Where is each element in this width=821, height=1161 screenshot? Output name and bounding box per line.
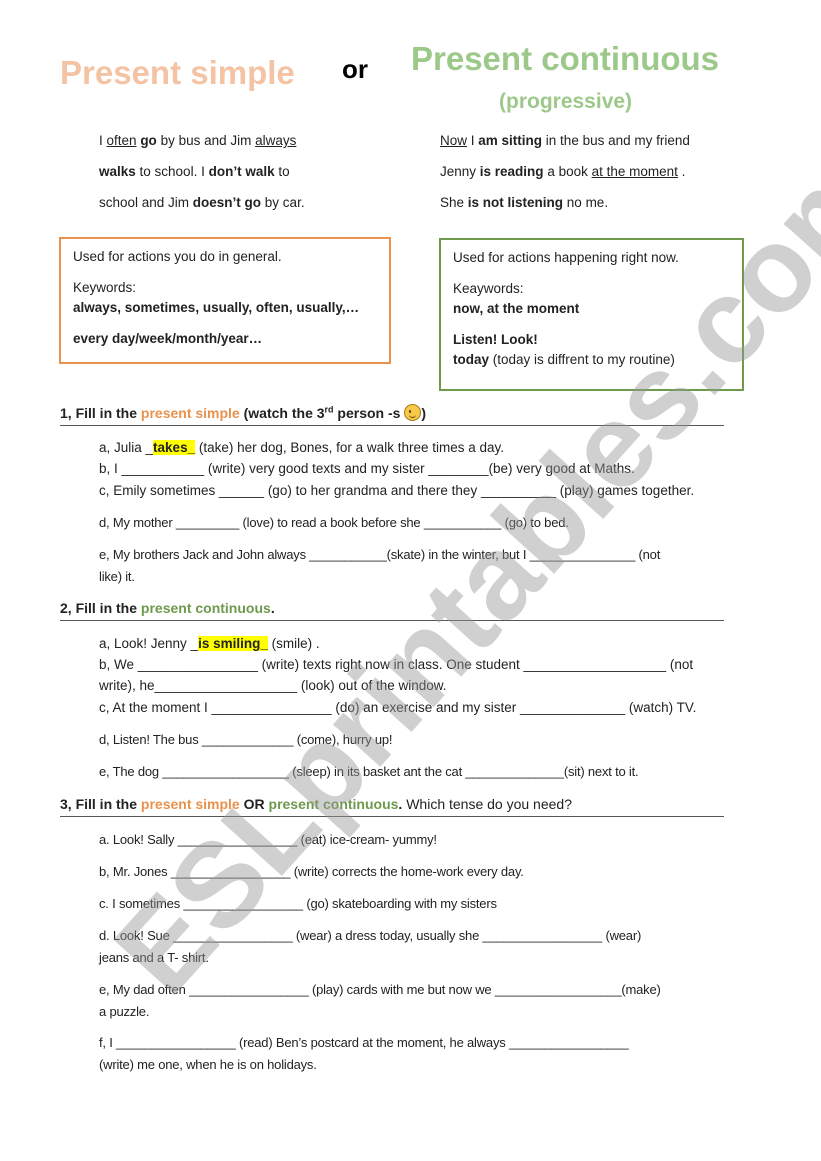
exercise-1e-line-2: like) it. xyxy=(99,569,135,584)
continuous-keywords: now, at the moment xyxy=(453,301,580,316)
example-answer: is smiling_ xyxy=(198,636,268,651)
text: a, Julia _ xyxy=(99,440,154,455)
example-simple-line-1: I often go by bus and Jim always xyxy=(99,133,296,148)
text: 2, Fill in the xyxy=(60,600,141,616)
title-present-simple: Present simple xyxy=(60,54,295,91)
text: . xyxy=(677,164,686,179)
exercise-3a: a. Look! Sally _________________ (eat) i… xyxy=(99,832,437,847)
tense-present-simple: present simple xyxy=(140,796,240,812)
exercise-2d: d, Listen! The bus _____________ (come),… xyxy=(99,732,393,747)
text: 1, Fill in the xyxy=(60,405,141,421)
continuous-keywords-label: Keaywords: xyxy=(453,281,524,296)
title-present-continuous: Present continuous xyxy=(411,40,720,77)
text: (smile) . xyxy=(267,636,320,651)
example-continuous-line-3: She is not listening no me. xyxy=(440,195,608,210)
text: She xyxy=(440,195,468,210)
text: to xyxy=(274,164,290,179)
text: no me. xyxy=(563,195,609,210)
exercise-1b: b, I ___________ (write) very good texts… xyxy=(99,461,635,476)
subtitle-progressive: (progressive) xyxy=(499,90,633,113)
example-simple-line-3: school and Jim doesn’t go by car. xyxy=(99,195,305,210)
keyword-today: today xyxy=(453,352,490,367)
bold-verb: is not listening xyxy=(467,195,564,210)
superscript: rd xyxy=(324,404,334,415)
text: I xyxy=(99,133,107,148)
text: by car. xyxy=(261,195,305,210)
exercise-1a: a, Julia _takes_ (take) her dog, Bones, … xyxy=(99,440,504,455)
text: school and Jim xyxy=(99,195,193,210)
text: a, Look! Jenny _ xyxy=(99,636,199,651)
bold-verb: is reading xyxy=(479,164,544,179)
text: in the bus and my friend xyxy=(542,133,690,148)
exercise-3e-line-1: e, My dad often _________________ (play)… xyxy=(99,982,661,997)
text: to school. I xyxy=(135,164,209,179)
exercise-3d-line-1: d. Look! Sue _________________ (wear) a … xyxy=(99,928,642,943)
tense-present-simple: present simple xyxy=(140,405,240,421)
exercise-3d-line-2: jeans and a T- shirt. xyxy=(99,950,209,965)
text: (watch the 3 xyxy=(239,405,325,421)
exercise-3f-line-2: (write) me one, when he is on holidays. xyxy=(99,1057,317,1072)
exercise-3b: b, Mr. Jones _________________ (write) c… xyxy=(99,864,524,879)
bold-verb: go xyxy=(140,133,157,148)
exercise-2a: a, Look! Jenny _is smiling_ (smile) . xyxy=(99,636,320,651)
exercise-2b-line-2: write), he___________________ (look) out… xyxy=(99,678,447,693)
simple-keywords: always, sometimes, usually, often, usual… xyxy=(73,300,360,315)
text: . xyxy=(270,600,275,616)
exercise-1d: d, My mother _________ (love) to read a … xyxy=(99,515,569,530)
exercise-3c: c. I sometimes _________________ (go) sk… xyxy=(99,896,497,911)
exercise-3f-line-1: f, I _________________ (read) Ben’s post… xyxy=(99,1035,629,1050)
text: (take) her dog, Bones, for a walk three … xyxy=(195,440,504,455)
text: I xyxy=(467,133,479,148)
example-continuous-line-1: Now I am sitting in the bus and my frien… xyxy=(440,133,690,148)
tense-present-continuous: present continuous xyxy=(140,600,271,616)
title-or: or xyxy=(342,54,368,84)
continuous-rules-box: Used for actions happening right now. Ke… xyxy=(439,238,744,391)
section-2-heading: 2, Fill in the present continuous. xyxy=(60,600,724,621)
example-answer: takes_ xyxy=(153,440,196,455)
example-simple-line-2: walks to school. I don’t walk to xyxy=(99,164,290,179)
continuous-usage: Used for actions happening right now. xyxy=(453,250,679,265)
simple-rules-box: Used for actions you do in general. Keyw… xyxy=(59,237,391,364)
text: 3, Fill in the xyxy=(60,796,141,812)
simple-keywords-2: every day/week/month/year… xyxy=(73,331,263,346)
bold-verb: walks xyxy=(99,164,136,179)
bold-verb: don’t walk xyxy=(208,164,275,179)
exercise-3e-line-2: a puzzle. xyxy=(99,1004,150,1019)
winking-face-icon xyxy=(404,404,422,421)
text: ) xyxy=(421,405,426,421)
exercise-2b-line-1: b, We ________________ (write) texts rig… xyxy=(99,657,694,672)
text: by bus and Jim xyxy=(156,133,256,148)
text: Which tense do you need? xyxy=(402,796,572,812)
exercise-1e-line-1: e, My brothers Jack and John always ____… xyxy=(99,547,661,562)
example-continuous-line-2: Jenny is reading a book at the moment . xyxy=(440,164,685,179)
simple-usage: Used for actions you do in general. xyxy=(73,249,282,264)
tense-present-continuous: present continuous xyxy=(268,796,399,812)
keyword-today-note: (today is diffrent to my routine) xyxy=(489,352,675,367)
continuous-keywords-2: Listen! Look! xyxy=(453,332,538,347)
underlined-word: Now xyxy=(440,133,468,148)
section-3-heading: 3, Fill in the present simple OR present… xyxy=(60,796,724,817)
underlined-word: at the moment xyxy=(591,164,678,179)
text: Jenny xyxy=(440,164,480,179)
exercise-2c: c, At the moment I ________________ (do)… xyxy=(99,700,697,715)
bold-verb: am sitting xyxy=(478,133,543,148)
continuous-keywords-3: today (today is diffrent to my routine) xyxy=(453,350,730,370)
bold-verb: doesn’t go xyxy=(192,195,262,210)
text: a book xyxy=(543,164,592,179)
exercise-2e: e, The dog __________________ (sleep) in… xyxy=(99,764,639,779)
simple-keywords-label: Keywords: xyxy=(73,280,137,295)
text: person -s xyxy=(333,405,405,421)
exercise-1c: c, Emily sometimes ______ (go) to her gr… xyxy=(99,483,695,498)
underlined-word: often xyxy=(106,133,137,148)
underlined-word: always xyxy=(255,133,297,148)
section-1-heading: 1, Fill in the present simple (watch the… xyxy=(60,404,724,426)
text: OR xyxy=(239,796,269,812)
